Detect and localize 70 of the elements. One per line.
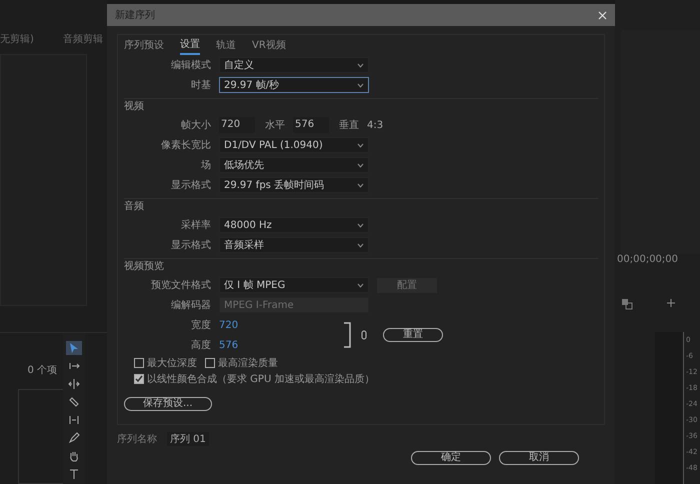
dropdown[interactable]: 自定义: [219, 57, 369, 73]
section-heading: 视频: [124, 100, 145, 114]
tool-button[interactable]: [66, 431, 82, 445]
tab[interactable]: 设置: [180, 35, 200, 55]
checkmark-icon: [135, 375, 143, 383]
tab[interactable]: 轨道: [216, 36, 236, 54]
chevron-down-icon: [357, 242, 364, 248]
overlap-squares-icon[interactable]: [621, 298, 633, 310]
field-label: 高度: [190, 338, 212, 352]
field-label: 宽度: [190, 318, 212, 332]
bracket-icon: [68, 414, 80, 426]
hand-icon: [68, 450, 80, 462]
dialog-button[interactable]: 确定: [411, 451, 491, 465]
split-arrows-icon: [68, 378, 80, 390]
tab[interactable]: VR视频: [252, 36, 286, 54]
plus-icon[interactable]: [666, 298, 676, 308]
chevron-down-icon: [357, 162, 364, 168]
unit-label: 垂直: [338, 118, 360, 132]
dropdown[interactable]: 29.97 fps 丢帧时间码: [219, 177, 369, 193]
unit-label: 水平: [264, 118, 286, 132]
link-icon[interactable]: [361, 330, 367, 340]
dropdown[interactable]: 低场优先: [219, 157, 369, 173]
chevron-down-icon: [357, 182, 364, 188]
blade-icon: [68, 396, 80, 408]
sequence-name-input[interactable]: 序列 01: [167, 432, 209, 446]
width-input[interactable]: 720: [219, 117, 255, 133]
tool-button[interactable]: [66, 377, 82, 391]
field-label: 时基: [190, 78, 212, 92]
field-label: 编解码器: [170, 298, 212, 312]
field-label: 显示格式: [170, 238, 212, 252]
text-icon: [68, 468, 80, 480]
reset-button[interactable]: 重置: [383, 328, 443, 342]
dialog-button[interactable]: 取消: [499, 451, 579, 465]
chevron-down-icon: [357, 222, 364, 228]
field-label: 预览文件格式: [150, 278, 212, 292]
field-label: 编辑模式: [170, 58, 212, 72]
dimension-value[interactable]: 720: [219, 320, 238, 330]
tab[interactable]: 序列预设: [124, 36, 164, 54]
chevron-down-icon: [357, 142, 364, 148]
dimension-value[interactable]: 576: [219, 340, 238, 350]
field-label: 像素长宽比: [160, 138, 212, 152]
checkbox[interactable]: 以线性颜色合成（要求 GPU 加速或最高渲染品质）: [134, 372, 374, 386]
pen-icon: [68, 432, 80, 444]
bracket-arrows-icon: [68, 360, 80, 372]
dialog-title: 新建序列: [115, 8, 155, 22]
arrow-icon: [68, 342, 80, 354]
checkbox[interactable]: 最高渲染质量: [205, 356, 278, 370]
field-label: 采样率: [180, 218, 212, 232]
dropdown[interactable]: 29.97 帧/秒: [219, 77, 369, 93]
aspect-ratio: 4:3: [367, 120, 384, 130]
section-heading: 视频预览: [124, 260, 165, 274]
timecode: 00;00;00;00: [616, 254, 680, 267]
chevron-down-icon: [357, 82, 364, 88]
dropdown[interactable]: 48000 Hz: [219, 217, 369, 233]
dropdown[interactable]: 仅 I 帧 MPEG: [219, 277, 369, 293]
field-label: 序列名称: [117, 432, 158, 446]
dropdown[interactable]: D1/DV PAL (1.0940): [219, 137, 369, 153]
close-icon[interactable]: [598, 10, 607, 20]
section-heading: 音频: [124, 200, 145, 214]
bracket-icon: [343, 322, 351, 348]
field-label: 场: [200, 159, 212, 172]
field-label: 帧大小: [180, 118, 212, 132]
chevron-down-icon: [357, 282, 364, 288]
save-preset-button[interactable]: 保存预设...: [124, 397, 212, 411]
field-label: 显示格式: [170, 178, 212, 192]
item-count: 0 个项: [27, 364, 58, 377]
chevron-down-icon: [357, 62, 364, 68]
dropdown[interactable]: 音频采样: [219, 237, 369, 253]
height-input[interactable]: 576: [293, 117, 329, 133]
checkbox[interactable]: 最大位深度: [134, 356, 197, 370]
